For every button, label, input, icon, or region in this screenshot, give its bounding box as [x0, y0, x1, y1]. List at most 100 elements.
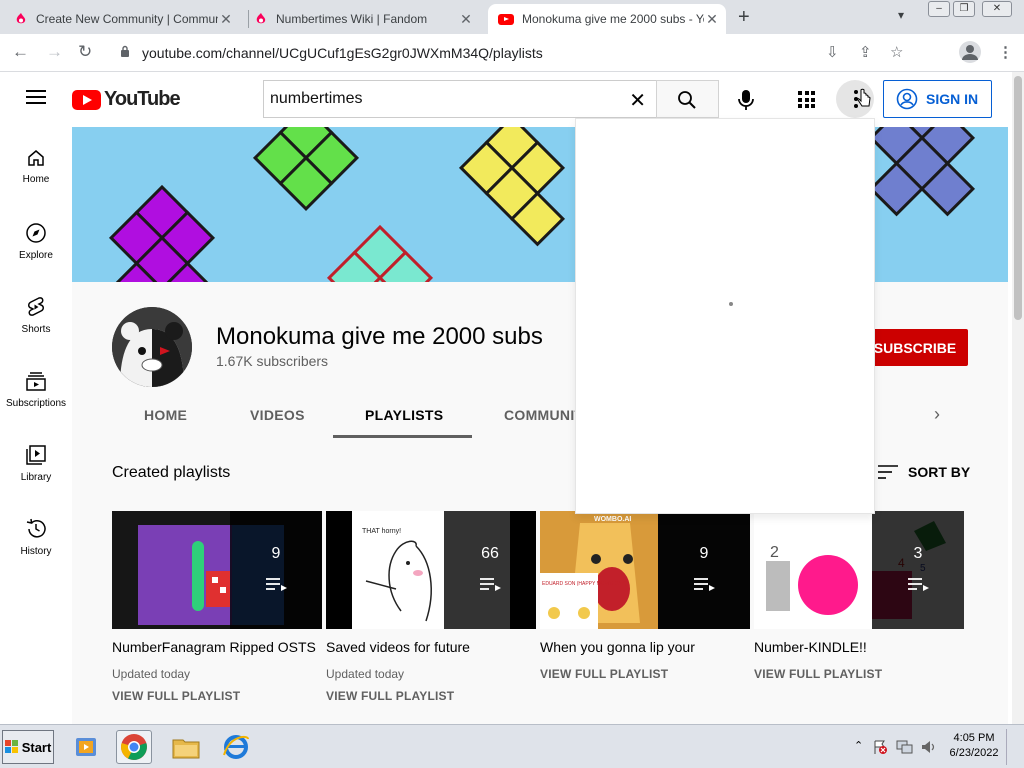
tab-close-icon[interactable]: ✕ [458, 11, 474, 28]
youtube-play-logo-icon [72, 89, 101, 110]
playlist-queue-icon [480, 578, 501, 591]
page-scrollbar[interactable] [1012, 72, 1024, 724]
clear-search-icon[interactable]: ✕ [629, 88, 646, 113]
microphone-icon[interactable] [736, 89, 756, 111]
sort-label: SORT BY [908, 464, 971, 480]
playlist-card[interactable]: 9 NumberFanagram Ripped OSTS Updated tod… [112, 511, 322, 703]
taskbar-clock[interactable]: 4:05 PM 6/23/2022 [946, 731, 1002, 761]
tab-videos[interactable]: VIDEOS [250, 407, 305, 423]
profile-avatar-icon[interactable] [959, 41, 981, 63]
sidebar-label: History [20, 546, 52, 557]
sidebar-item-history[interactable]: History [0, 518, 72, 557]
playlist-title[interactable]: Number-KINDLE!! [754, 639, 964, 655]
hamburger-menu-icon[interactable] [26, 90, 46, 104]
internet-explorer-taskbar-icon[interactable] [218, 730, 254, 764]
playlist-title[interactable]: When you gonna lip your [540, 639, 750, 655]
playlist-title[interactable]: NumberFanagram Ripped OSTS [112, 639, 322, 655]
view-full-playlist-link[interactable]: VIEW FULL PLAYLIST [112, 689, 322, 703]
volume-icon[interactable] [920, 739, 938, 755]
tab-home[interactable]: HOME [144, 407, 187, 423]
playlist-thumbnail[interactable]: WOMBO.AI EDUARD SON (HAPPY MOM'S DAY) 9 [540, 511, 750, 629]
settings-dropdown-popup[interactable] [575, 118, 875, 514]
search-box: ✕ [263, 80, 656, 118]
tab-close-icon[interactable]: ✕ [218, 11, 234, 28]
sidebar-label: Explore [19, 250, 53, 261]
settings-menu-button[interactable] [836, 80, 874, 118]
tab-playlists[interactable]: PLAYLISTS [365, 407, 443, 423]
channel-avatar[interactable] [112, 307, 192, 387]
playlist-card[interactable]: WOMBO.AI EDUARD SON (HAPPY MOM'S DAY) 9 W… [540, 511, 750, 681]
playlist-thumbnail[interactable]: 9 [112, 511, 322, 629]
playlist-card[interactable]: 245 3 Number-KINDLE!! VIEW FULL PLAYLIST [754, 511, 964, 681]
search-input[interactable] [264, 81, 604, 117]
thumbnail-number: 2 [770, 544, 779, 561]
home-icon [28, 150, 44, 166]
share-icon[interactable]: ⇪ [859, 43, 872, 61]
sign-in-button[interactable]: SIGN IN [883, 80, 992, 118]
view-full-playlist-link[interactable]: VIEW FULL PLAYLIST [326, 689, 536, 703]
tab-monokuma-youtube[interactable]: Monokuma give me 2000 subs - Yo ✕ [488, 4, 726, 34]
view-full-playlist-link[interactable]: VIEW FULL PLAYLIST [754, 667, 964, 681]
chevron-right-icon[interactable]: › [934, 404, 940, 425]
browser-menu-icon[interactable]: ⋮ [998, 43, 1013, 61]
reload-icon[interactable]: ↻ [78, 42, 92, 62]
sort-by-button[interactable]: SORT BY [878, 464, 970, 480]
youtube-logo[interactable]: YouTube [72, 88, 181, 111]
tab-title: Monokuma give me 2000 subs - Yo [522, 12, 704, 26]
scrollbar-thumb[interactable] [1014, 76, 1022, 320]
video-count: 3 [913, 545, 923, 562]
file-explorer-taskbar-icon[interactable] [168, 730, 204, 764]
playlist-title[interactable]: Saved videos for future [326, 639, 536, 655]
playlist-thumbnail[interactable]: 245 3 [754, 511, 964, 629]
chrome-taskbar-icon[interactable] [116, 730, 152, 764]
search-button[interactable] [656, 80, 719, 118]
bookmark-star-icon[interactable]: ☆ [890, 43, 903, 61]
youtube-logo-text: YouTube [104, 88, 181, 110]
close-window-button[interactable]: ✕ [982, 1, 1012, 17]
start-button[interactable]: Start [2, 730, 54, 764]
sidebar-item-library[interactable]: Library [0, 444, 72, 483]
playlist-thumbnail[interactable]: THAT horny! 66 [326, 511, 536, 629]
minimize-button[interactable]: – [928, 1, 950, 17]
sidebar-item-subscriptions[interactable]: Subscriptions [0, 370, 72, 409]
sidebar-item-shorts[interactable]: Shorts [0, 296, 72, 335]
maximize-button[interactable]: ❐ [953, 1, 975, 17]
fandom-icon [16, 13, 26, 24]
network-icon[interactable] [896, 739, 914, 755]
playlist-count-overlay: 66 [444, 511, 536, 629]
tab-search-chevron-icon[interactable]: ▾ [898, 8, 904, 22]
start-label: Start [21, 739, 52, 755]
address-bar[interactable]: youtube.com/channel/UCgUCuf1gEsG2gr0JWXm… [112, 39, 912, 67]
sidebar-item-explore[interactable]: Explore [0, 222, 72, 261]
subscriptions-icon [26, 372, 46, 391]
monokuma-avatar-image [112, 307, 192, 387]
lock-icon [121, 45, 129, 57]
playlist-queue-icon [694, 578, 715, 591]
back-icon[interactable]: ← [12, 42, 29, 62]
playlist-card[interactable]: THAT horny! 66 Saved videos for future U… [326, 511, 536, 703]
action-center-flag-icon[interactable] [872, 739, 888, 755]
thumbnail-caption: THAT horny! [362, 528, 401, 535]
history-icon [26, 518, 46, 538]
show-hidden-icons-icon[interactable]: ⌃ [854, 739, 863, 752]
apps-grid-icon[interactable] [798, 91, 815, 108]
sidebar-item-home[interactable]: Home [0, 148, 72, 185]
playlist-queue-icon [266, 578, 287, 591]
media-player-taskbar-icon[interactable] [68, 730, 104, 764]
section-title: Created playlists [112, 464, 231, 481]
download-icon[interactable]: ⇩ [826, 43, 839, 61]
subscribe-button[interactable]: SUBSCRIBE [862, 329, 968, 366]
new-tab-button[interactable]: + [738, 6, 750, 29]
shorts-icon [28, 297, 44, 316]
forward-icon[interactable]: → [46, 42, 63, 62]
tab-close-icon[interactable]: ✕ [704, 11, 720, 28]
search-icon [678, 91, 696, 109]
view-full-playlist-link[interactable]: VIEW FULL PLAYLIST [540, 667, 750, 681]
playlist-count-overlay: 9 [658, 511, 750, 629]
show-desktop-button[interactable] [1006, 729, 1020, 765]
tab-numbertimes-wiki[interactable]: Numbertimes Wiki | Fandom ✕ [254, 4, 486, 34]
sidebar-label: Home [22, 174, 50, 185]
sidebar-label: Library [20, 472, 52, 483]
tab-create-new-community[interactable]: Create New Community | Communi ✕ [14, 4, 246, 34]
active-tab-indicator [333, 435, 472, 438]
